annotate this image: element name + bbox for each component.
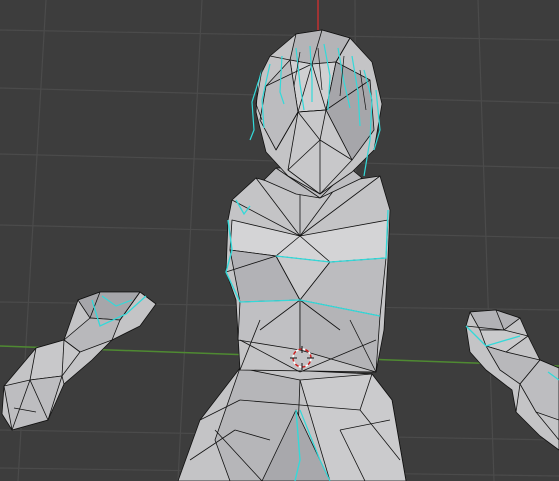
3d-viewport[interactable]: [0, 0, 559, 481]
viewport-canvas[interactable]: [0, 0, 559, 481]
mesh-torso: [225, 175, 391, 373]
